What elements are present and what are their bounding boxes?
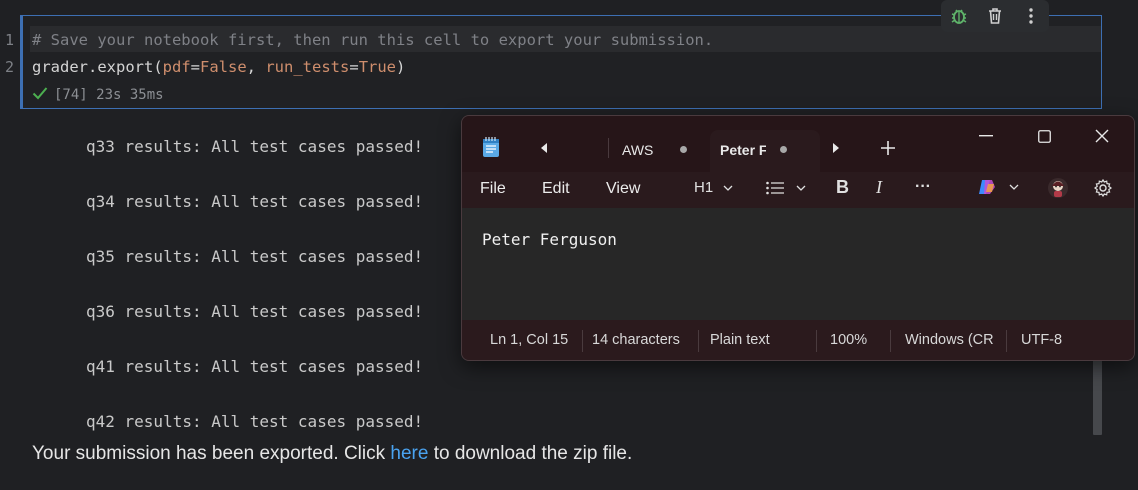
unsaved-dot-icon	[680, 146, 687, 153]
tab-aws[interactable]: AWS	[612, 132, 704, 172]
more-vertical-icon[interactable]	[1020, 5, 1042, 27]
tab-peter-f[interactable]: Peter F	[710, 130, 820, 172]
notepad-statusbar: Ln 1, Col 15 14 characters Plain text 10…	[462, 320, 1134, 360]
status-zoom[interactable]: 100%	[830, 332, 867, 348]
export-text-before: Your submission has been exported. Click	[32, 443, 391, 464]
code-func: grader.export(	[32, 58, 163, 76]
output-line: q33 results: All test cases passed!	[86, 137, 424, 156]
tab-label: Peter F	[720, 142, 766, 158]
status-divider	[1006, 330, 1007, 352]
chevron-down-icon	[723, 185, 733, 191]
status-divider	[582, 330, 583, 352]
output-line: q42 results: All test cases passed!	[86, 412, 424, 431]
status-divider	[890, 330, 891, 352]
list-dropdown[interactable]	[766, 179, 806, 196]
heading-label: H1	[694, 179, 714, 196]
status-line-ending[interactable]: Windows (CR	[905, 332, 997, 348]
avatar[interactable]	[1046, 176, 1070, 200]
menu-file[interactable]: File	[480, 180, 506, 198]
heading-dropdown[interactable]: H1	[694, 179, 733, 196]
code-line-export[interactable]: grader.export(pdf=False, run_tests=True)	[32, 58, 405, 76]
checkmark-icon	[32, 86, 48, 104]
close-icon[interactable]	[1090, 126, 1114, 146]
more-format-button[interactable]: ···	[915, 178, 931, 196]
code-eq: =	[349, 58, 359, 76]
output-line: q36 results: All test cases passed!	[86, 302, 424, 321]
minimize-icon[interactable]	[974, 126, 998, 146]
notepad-app-icon	[480, 136, 502, 158]
code-value-false: False	[200, 58, 247, 76]
italic-button[interactable]: I	[876, 177, 882, 198]
output-scrollbar[interactable]	[1093, 360, 1102, 435]
status-divider	[698, 330, 699, 352]
line-number: 1	[4, 31, 14, 49]
notepad-window[interactable]: AWS Peter F File Edit View H1 B I ··· Pe…	[461, 115, 1135, 361]
notepad-editor[interactable]: Peter Ferguson	[462, 208, 1134, 320]
output-line: q34 results: All test cases passed!	[86, 192, 424, 211]
chevron-down-icon	[796, 185, 806, 191]
download-link[interactable]: here	[390, 443, 428, 464]
line-number: 2	[4, 58, 14, 76]
list-icon	[766, 181, 784, 195]
menu-edit[interactable]: Edit	[542, 180, 570, 198]
output-line: q41 results: All test cases passed!	[86, 357, 424, 376]
code-param-run-tests: run_tests	[265, 58, 350, 76]
new-tab-plus-icon[interactable]	[878, 138, 898, 158]
output-line: q35 results: All test cases passed!	[86, 247, 424, 266]
bold-button[interactable]: B	[836, 177, 849, 198]
editor-content[interactable]: Peter Ferguson	[482, 230, 617, 249]
code-sep: ,	[246, 58, 266, 76]
code-close: )	[396, 58, 406, 76]
status-cursor-position[interactable]: Ln 1, Col 15	[490, 332, 568, 348]
settings-gear-icon[interactable]	[1092, 178, 1114, 198]
status-text-format[interactable]: Plain text	[710, 332, 770, 348]
export-text-after: to download the zip file.	[428, 443, 633, 464]
trash-icon[interactable]	[984, 5, 1006, 27]
menu-view[interactable]: View	[606, 180, 640, 198]
status-character-count: 14 characters	[592, 332, 680, 348]
maximize-icon[interactable]	[1032, 126, 1056, 146]
execution-time: [74] 23s 35ms	[54, 87, 164, 103]
code-param-pdf: pdf	[162, 58, 191, 76]
tab-scroll-left-icon[interactable]	[536, 140, 552, 156]
cell-toolbar	[941, 0, 1049, 32]
execution-status: [74] 23s 35ms	[32, 86, 164, 104]
cell-focus-bar	[20, 15, 23, 109]
unsaved-dot-icon	[780, 146, 787, 153]
tab-scroll-right-icon[interactable]	[828, 140, 844, 156]
code-value-true: True	[358, 58, 397, 76]
code-eq: =	[190, 58, 200, 76]
copilot-icon[interactable]	[976, 178, 998, 196]
tab-divider	[608, 138, 609, 158]
export-message: Your submission has been exported. Click…	[32, 443, 632, 465]
debug-icon[interactable]	[948, 5, 970, 27]
status-encoding[interactable]: UTF-8	[1021, 332, 1062, 348]
chevron-down-icon[interactable]	[1008, 182, 1020, 192]
code-comment-line[interactable]: # Save your notebook first, then run thi…	[32, 31, 713, 49]
status-divider	[816, 330, 817, 352]
tab-label: AWS	[622, 142, 654, 158]
